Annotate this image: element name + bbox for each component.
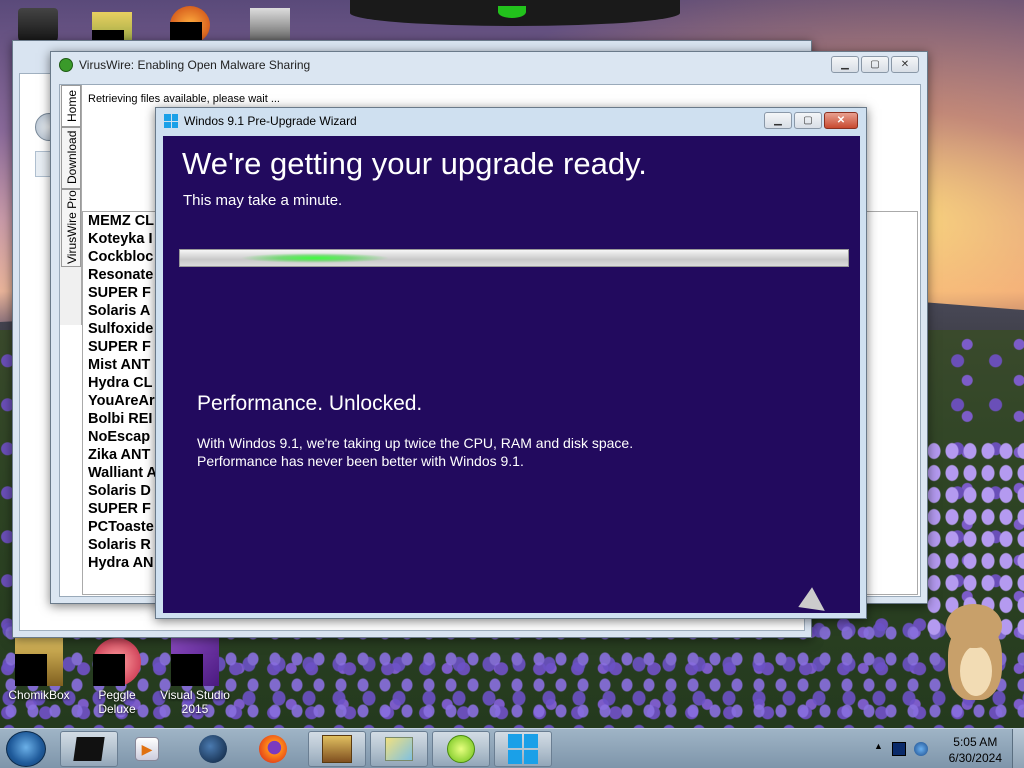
wizard-caption-buttons: ▁ ▢ ✕ (764, 112, 858, 129)
taskbar-chomikbox[interactable] (308, 731, 366, 767)
viruswire-titlebar[interactable]: VirusWire: Enabling Open Malware Sharing… (51, 52, 927, 78)
green-light-icon (498, 6, 526, 18)
chomikbox-icon (15, 638, 63, 686)
desktop-icon-label: ChomikBox (8, 688, 70, 702)
globe-icon (199, 735, 227, 763)
tab-viruswire-pro[interactable]: VirusWire Pro (61, 189, 81, 267)
hamster-head (946, 604, 1002, 648)
minimize-button[interactable]: ▁ (831, 56, 859, 73)
taskbar-firefox[interactable] (256, 733, 290, 765)
performance-line: With Windos 9.1, we're taking up twice t… (197, 435, 634, 451)
desktop-icon-label: Peggle Deluxe (98, 688, 136, 716)
minimize-button[interactable]: ▁ (764, 112, 792, 129)
wizard-content: We're getting your upgrade ready. This m… (163, 136, 860, 613)
performance-line: Performance has never been better with W… (197, 453, 524, 469)
peggle-top-icon[interactable] (170, 6, 210, 44)
clock-time: 5:05 AM (953, 735, 998, 749)
media-player-icon: ▶ (135, 737, 159, 761)
minimize-icon: ▁ (841, 59, 849, 70)
system-tray: ▲ 5:05 AM 6/30/2024 (864, 729, 1024, 768)
lime-icon (447, 735, 475, 763)
windos-logo-icon (164, 114, 178, 128)
close-button[interactable]: ✕ (824, 112, 858, 129)
tab-download-label: Download (65, 130, 79, 184)
taskbar-media-player[interactable]: ▶ (130, 733, 164, 765)
status-text: Retrieving files available, please wait … (88, 93, 280, 105)
taskbar-lime-app[interactable] (432, 731, 490, 767)
desktop-icon-visual-studio[interactable]: Visual Studio 2015 (158, 638, 232, 716)
network-icon[interactable] (914, 742, 928, 756)
wizard-heading: We're getting your upgrade ready. (182, 146, 647, 181)
desktop-icon-chomikbox[interactable]: ChomikBox (2, 638, 76, 702)
start-button[interactable] (6, 731, 46, 767)
mouse-cursor-icon (798, 587, 832, 613)
upgrade-wizard-window[interactable]: Windos 9.1 Pre-Upgrade Wizard ▁ ▢ ✕ We'r… (155, 107, 867, 619)
visual-studio-icon (171, 638, 219, 686)
taskbar: ▶ ▲ 5:05 AM 6/30/2024 (0, 728, 1024, 768)
taskbar-globe-browser[interactable] (196, 733, 230, 765)
wizard-subheading: This may take a minute. (183, 192, 343, 209)
minimize-icon: ▁ (774, 115, 782, 126)
tab-download[interactable]: Download (61, 127, 81, 189)
close-button[interactable]: ✕ (891, 56, 919, 73)
desktop-icon-peggle[interactable]: Peggle Deluxe (80, 638, 154, 716)
viruswire-app-icon (59, 58, 73, 72)
viruswire-title: VirusWire: Enabling Open Malware Sharing (79, 58, 311, 72)
upgrade-progress-bar (179, 249, 849, 267)
maximize-icon: ▢ (803, 115, 813, 126)
taskbar-black-box-app[interactable] (60, 731, 118, 767)
close-icon: ✕ (836, 115, 846, 126)
tray-expand-icon[interactable]: ▲ (874, 741, 883, 751)
wizard-title: Windos 9.1 Pre-Upgrade Wizard (184, 114, 357, 128)
desktop-icon-label: Visual Studio 2015 (160, 688, 230, 716)
tab-viruswire-pro-label: VirusWire Pro (65, 190, 79, 264)
peggle-icon (93, 638, 141, 686)
firefox-icon (259, 735, 287, 763)
photo-viewer-icon (385, 737, 413, 761)
maximize-button[interactable]: ▢ (861, 56, 889, 73)
hamster-belly (960, 646, 992, 696)
show-desktop-button[interactable] (1012, 729, 1024, 768)
windos-logo-icon (508, 734, 538, 764)
maximize-button[interactable]: ▢ (794, 112, 822, 129)
tab-home[interactable]: Home (61, 85, 81, 127)
maximize-icon: ▢ (870, 59, 880, 70)
tab-home-label: Home (65, 89, 79, 122)
hamster-mascot[interactable] (942, 600, 1006, 704)
black-box-icon (73, 737, 105, 761)
taskbar-photo-viewer[interactable] (370, 731, 428, 767)
close-icon: ✕ (900, 59, 910, 70)
progress-marquee (240, 253, 390, 263)
clock-date: 6/30/2024 (948, 751, 1002, 765)
viruswire-caption-buttons: ▁ ▢ ✕ (831, 56, 919, 73)
taskbar-windos-wizard[interactable] (494, 731, 552, 767)
performance-description: With Windos 9.1, we're taking up twice t… (197, 434, 633, 470)
vertical-tab-strip: Home Download VirusWire Pro (60, 85, 82, 325)
chomikbox-icon (322, 735, 352, 763)
wizard-titlebar[interactable]: Windos 9.1 Pre-Upgrade Wizard ▁ ▢ ✕ (156, 108, 866, 134)
clock[interactable]: 5:05 AM 6/30/2024 (949, 734, 1002, 766)
monitor-icon[interactable] (892, 742, 906, 756)
top-gadget (350, 0, 680, 26)
performance-title: Performance. Unlocked. (197, 392, 423, 415)
